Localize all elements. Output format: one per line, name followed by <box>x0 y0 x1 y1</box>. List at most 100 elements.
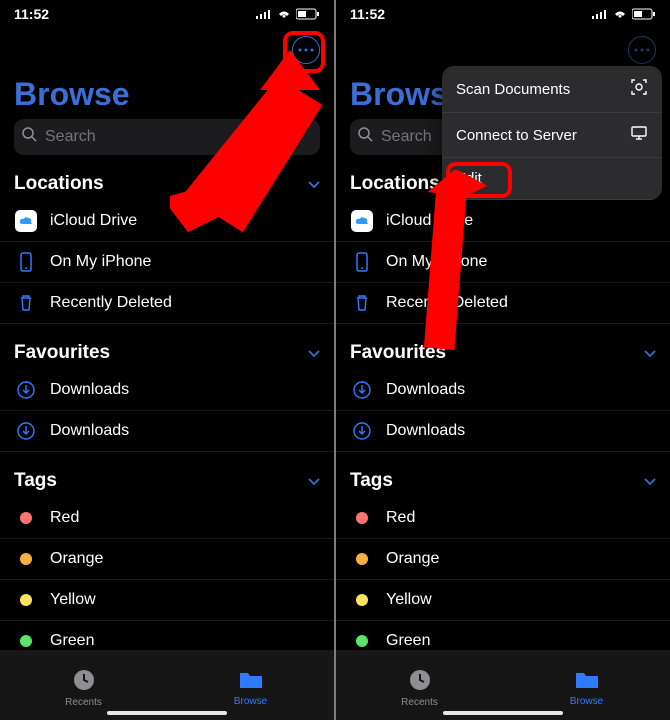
tag-dot-icon <box>350 506 374 530</box>
tag-dot-icon <box>350 588 374 612</box>
menu-edit[interactable]: Edit <box>442 158 662 200</box>
chevron-down-icon <box>644 470 656 492</box>
fav-downloads-1[interactable]: Downloads <box>336 370 670 411</box>
tag-dot-icon <box>14 506 38 530</box>
page-title: Browse <box>0 72 334 119</box>
status-time: 11:52 <box>350 6 385 22</box>
tab-bar: Recents Browse <box>336 650 670 720</box>
row-label: Green <box>386 632 430 650</box>
annotation-highlight <box>283 31 325 73</box>
clock-icon <box>72 668 96 695</box>
row-label: iCloud Drive <box>50 212 137 230</box>
fav-downloads-2[interactable]: Downloads <box>336 411 670 452</box>
content-scroll[interactable]: Locations iCloud Drive On My iPhone Rece… <box>336 167 670 720</box>
fav-downloads-1[interactable]: Downloads <box>0 370 334 411</box>
tags-header[interactable]: Tags <box>0 464 334 498</box>
status-bar: 11:52 <box>336 0 670 28</box>
phone-icon <box>350 250 374 274</box>
row-label: Downloads <box>50 381 129 399</box>
trash-icon <box>350 291 374 315</box>
screenshot-right: 11:52 Browse Scan Documents Connect to S… <box>336 0 670 720</box>
home-indicator[interactable] <box>443 711 563 715</box>
locations-header[interactable]: Locations <box>0 167 334 201</box>
cellular-icon <box>256 9 272 19</box>
row-label: iCloud Drive <box>386 212 473 230</box>
download-icon <box>350 419 374 443</box>
row-label: Downloads <box>386 422 465 440</box>
status-time: 11:52 <box>14 6 49 22</box>
tag-red[interactable]: Red <box>336 498 670 539</box>
tags-header[interactable]: Tags <box>336 464 670 498</box>
home-indicator[interactable] <box>107 711 227 715</box>
wifi-icon <box>276 8 292 20</box>
row-label: Yellow <box>386 591 432 609</box>
search-input[interactable] <box>43 127 312 147</box>
row-label: On My iPhone <box>386 253 487 271</box>
cloud-icon <box>350 209 374 233</box>
tag-orange[interactable]: Orange <box>336 539 670 580</box>
download-icon <box>14 419 38 443</box>
status-icons <box>592 8 656 20</box>
more-button[interactable] <box>628 36 656 64</box>
location-on-my-iphone[interactable]: On My iPhone <box>0 242 334 283</box>
server-icon <box>630 125 648 145</box>
location-icloud[interactable]: iCloud Drive <box>0 201 334 242</box>
row-label: Red <box>386 509 415 527</box>
folder-icon <box>574 669 600 694</box>
search-field[interactable] <box>14 119 320 155</box>
download-icon <box>14 378 38 402</box>
download-icon <box>350 378 374 402</box>
row-label: Green <box>50 632 94 650</box>
tag-orange[interactable]: Orange <box>0 539 334 580</box>
tab-bar: Recents Browse <box>0 650 334 720</box>
battery-icon <box>296 8 320 20</box>
tab-recents[interactable]: Recents <box>336 650 503 720</box>
chevron-down-icon <box>308 342 320 364</box>
location-icloud[interactable]: iCloud Drive <box>336 201 670 242</box>
row-label: Recently Deleted <box>50 294 172 312</box>
more-menu-popover: Scan Documents Connect to Server Edit <box>442 66 662 200</box>
cloud-icon <box>14 209 38 233</box>
tab-browse[interactable]: Browse <box>503 650 670 720</box>
row-label: On My iPhone <box>50 253 151 271</box>
cellular-icon <box>592 9 608 19</box>
tab-browse[interactable]: Browse <box>167 650 334 720</box>
nav-bar <box>0 28 334 72</box>
row-label: Yellow <box>50 591 96 609</box>
tag-yellow[interactable]: Yellow <box>0 580 334 621</box>
menu-connect-server[interactable]: Connect to Server <box>442 113 662 158</box>
search-icon <box>358 127 373 147</box>
tab-recents[interactable]: Recents <box>0 650 167 720</box>
tag-dot-icon <box>14 547 38 571</box>
location-recently-deleted[interactable]: Recently Deleted <box>336 283 670 324</box>
content-scroll[interactable]: Locations iCloud Drive On My iPhone Rece… <box>0 167 334 720</box>
folder-icon <box>238 669 264 694</box>
trash-icon <box>14 291 38 315</box>
battery-icon <box>632 8 656 20</box>
tag-dot-icon <box>14 588 38 612</box>
chevron-down-icon <box>644 342 656 364</box>
clock-icon <box>408 668 432 695</box>
status-bar: 11:52 <box>0 0 334 28</box>
chevron-down-icon <box>308 173 320 195</box>
screenshot-left: 11:52 Browse Locations iCloud Drive On M… <box>0 0 334 720</box>
favourites-header[interactable]: Favourites <box>336 336 670 370</box>
search-icon <box>22 127 37 147</box>
row-label: Orange <box>386 550 439 568</box>
chevron-down-icon <box>308 470 320 492</box>
wifi-icon <box>612 8 628 20</box>
tag-dot-icon <box>350 547 374 571</box>
more-button[interactable] <box>292 36 320 64</box>
row-label: Red <box>50 509 79 527</box>
row-label: Orange <box>50 550 103 568</box>
menu-scan-documents[interactable]: Scan Documents <box>442 66 662 113</box>
fav-downloads-2[interactable]: Downloads <box>0 411 334 452</box>
phone-icon <box>14 250 38 274</box>
row-label: Downloads <box>386 381 465 399</box>
location-on-my-iphone[interactable]: On My iPhone <box>336 242 670 283</box>
location-recently-deleted[interactable]: Recently Deleted <box>0 283 334 324</box>
favourites-header[interactable]: Favourites <box>0 336 334 370</box>
tag-yellow[interactable]: Yellow <box>336 580 670 621</box>
tag-red[interactable]: Red <box>0 498 334 539</box>
scan-icon <box>630 78 648 100</box>
